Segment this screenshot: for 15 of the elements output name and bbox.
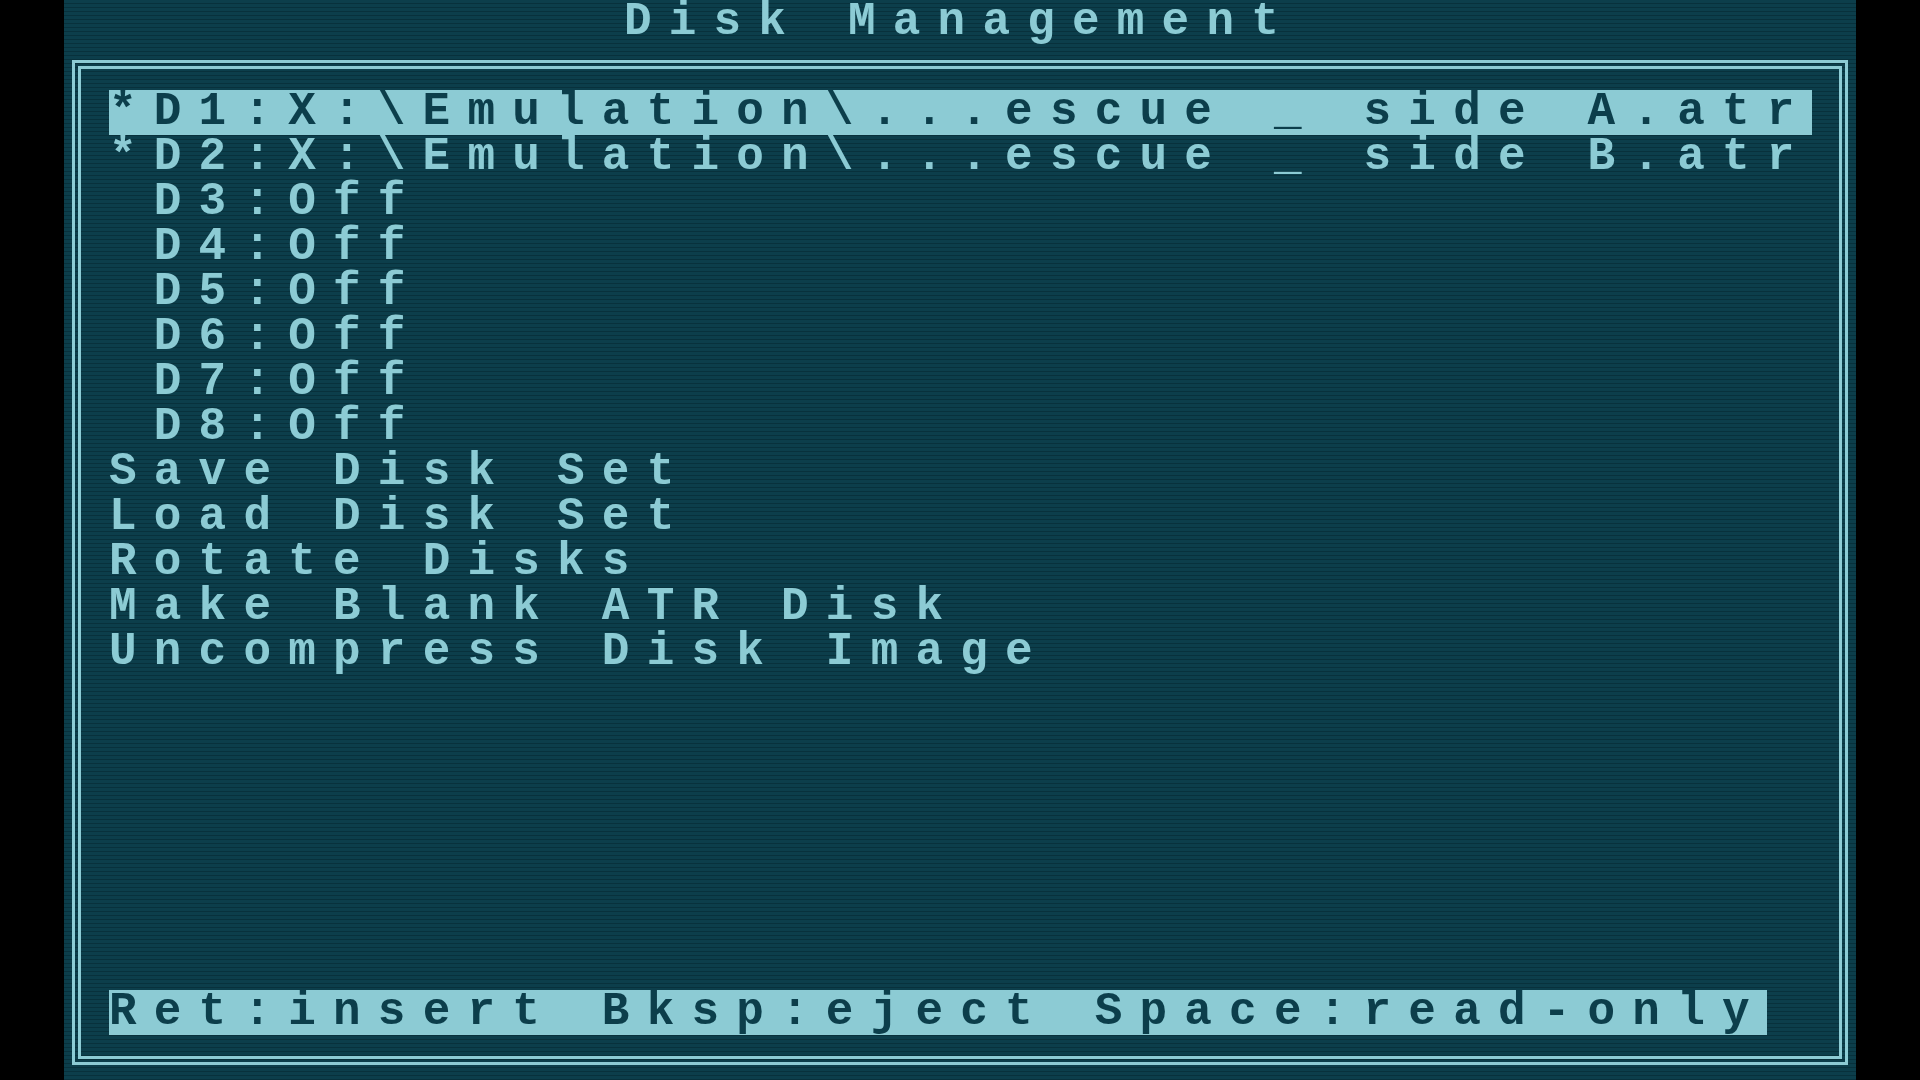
menu-item[interactable]: Uncompress Disk Image: [109, 630, 1050, 675]
drive-slot-item[interactable]: D4:Off: [109, 225, 423, 270]
key-help-bar: Ret:insert Bksp:eject Space:read-only: [109, 990, 1767, 1035]
drive-slot-item[interactable]: D8:Off: [109, 405, 423, 450]
menu-item[interactable]: Load Disk Set: [109, 495, 692, 540]
screen-title: Disk Management: [623, 0, 1297, 45]
menu-item[interactable]: Rotate Disks: [109, 540, 647, 585]
menu-item[interactable]: Save Disk Set: [109, 450, 692, 495]
drive-slot-item[interactable]: D3:Off: [109, 180, 423, 225]
drive-slot-item[interactable]: * D1:X:\Emulation\...escue _ side A.atr: [109, 90, 1812, 135]
drive-slot-item[interactable]: * D2:X:\Emulation\...escue _ side B.atr: [109, 135, 1812, 180]
menu-item[interactable]: Make Blank ATR Disk: [109, 585, 961, 630]
drive-slot-item[interactable]: D6:Off: [109, 315, 423, 360]
drive-slot-item[interactable]: D7:Off: [109, 360, 423, 405]
drive-slot-item[interactable]: D5:Off: [109, 270, 423, 315]
